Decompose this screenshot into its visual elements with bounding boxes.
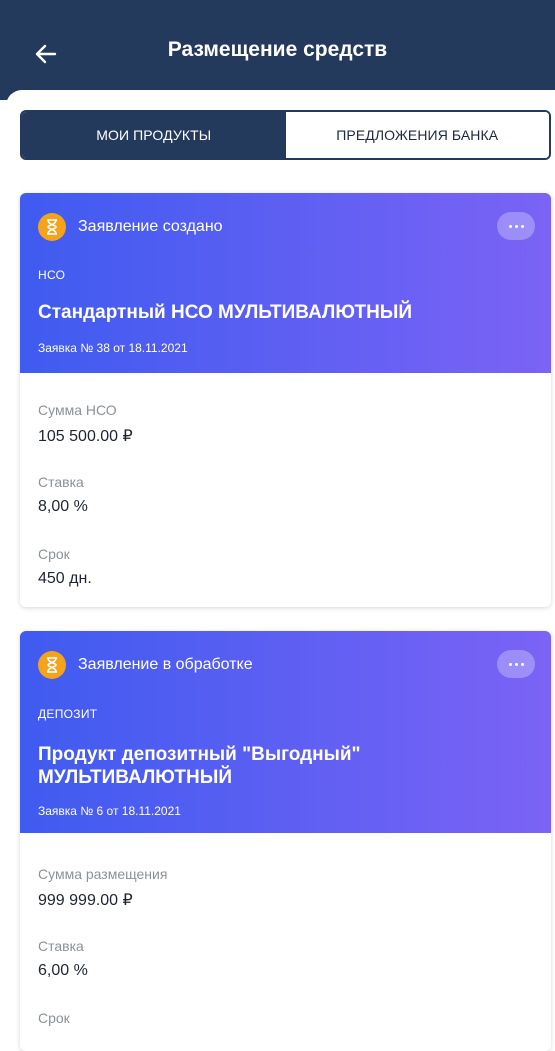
status-row: Заявление создано — [38, 213, 223, 241]
tabs-switcher: МОИ ПРОДУКТЫ ПРЕДЛОЖЕНИЯ БАНКА — [20, 110, 551, 160]
status-row: Заявление в обработке — [38, 651, 253, 679]
product-name: Продукт депозитный "Выгодный" МУЛЬТИВАЛЮ… — [38, 743, 518, 789]
field-label: Сумма размещения — [38, 866, 168, 882]
page-title: Размещение средств — [167, 38, 388, 61]
request-info: Заявка № 38 от 18.11.2021 — [38, 341, 188, 355]
field-value: 999 999.00 ₽ — [38, 892, 133, 909]
more-horizontal-icon — [508, 224, 512, 228]
product-card[interactable]: Заявление создано НСО Стандартный НСО МУ… — [20, 193, 551, 607]
card-header: Заявление в обработке ДЕПОЗИТ Продукт де… — [20, 631, 551, 833]
field-label: Ставка — [38, 474, 84, 490]
product-type: ДЕПОЗИТ — [38, 707, 98, 721]
tab-my-products[interactable]: МОИ ПРОДУКТЫ — [22, 112, 286, 158]
product-name-line: Продукт депозитный "Выгодный" — [38, 744, 361, 765]
field-label: Срок — [38, 546, 70, 562]
more-horizontal-icon — [508, 662, 512, 666]
product-name: Стандартный НСО МУЛЬТИВАЛЮТНЫЙ — [38, 302, 413, 323]
product-type: НСО — [38, 268, 66, 282]
field-label: Сумма НСО — [38, 402, 117, 418]
status-text: Заявление в обработке — [78, 656, 253, 673]
tab-bank-offers[interactable]: ПРЕДЛОЖЕНИЯ БАНКА — [285, 112, 549, 158]
card-header: Заявление создано НСО Стандартный НСО МУ… — [20, 193, 551, 373]
field-label: Срок — [38, 1010, 70, 1026]
field-value: 450 дн. — [38, 570, 92, 587]
field-value: 8,00 % — [38, 498, 88, 515]
field-value: 6,00 % — [38, 962, 88, 979]
product-card[interactable]: Заявление в обработке ДЕПОЗИТ Продукт де… — [20, 631, 551, 1051]
status-text: Заявление создано — [78, 218, 223, 235]
product-name-line: МУЛЬТИВАЛЮТНЫЙ — [38, 767, 233, 788]
request-info: Заявка № 6 от 18.11.2021 — [38, 804, 181, 818]
app-header: Размещение средств — [0, 0, 555, 100]
hourglass-icon — [38, 651, 66, 679]
field-label: Ставка — [38, 938, 84, 954]
field-value: 105 500.00 ₽ — [38, 428, 133, 445]
more-options-button[interactable] — [497, 212, 535, 240]
hourglass-icon — [38, 213, 66, 241]
more-options-button[interactable] — [497, 650, 535, 678]
